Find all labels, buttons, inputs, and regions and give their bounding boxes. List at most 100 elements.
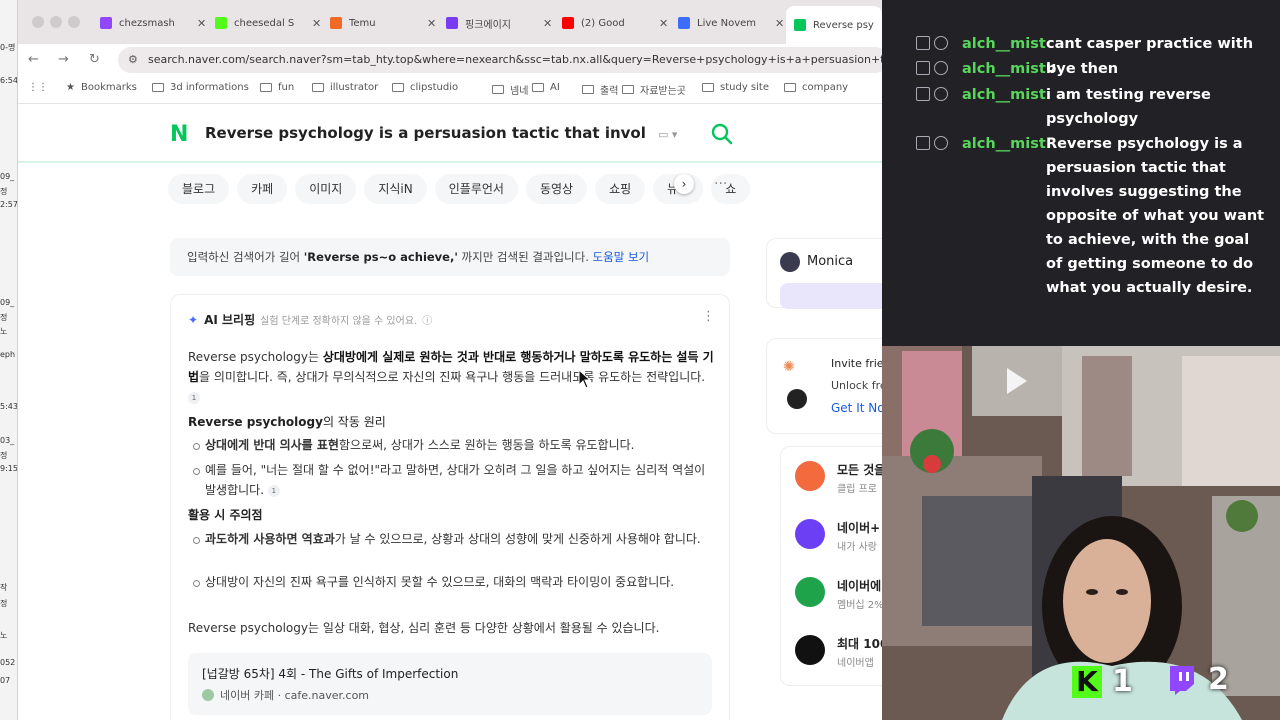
chat-username[interactable]: alch__mist [962, 132, 1046, 156]
tab-title: 핑크에이지 [465, 19, 511, 31]
stream-chat: alch__mist cant casper practice with u alc… [882, 0, 1280, 346]
folder-icon [312, 83, 324, 92]
chat-username[interactable]: alch__mist [962, 83, 1046, 107]
bookmark-item[interactable]: company [784, 82, 848, 93]
bookmark-item[interactable]: 출력 [582, 82, 618, 97]
cafe-icon [202, 689, 214, 701]
tab-close-icon[interactable]: ✕ [659, 17, 668, 30]
monica-widget[interactable]: Monica [766, 238, 882, 309]
kick-icon: K [1072, 665, 1102, 698]
invite-link[interactable]: Get It No [831, 401, 882, 415]
back-icon[interactable]: ← [28, 52, 39, 67]
bookmark-item[interactable]: illustrator [312, 82, 378, 93]
chat-username[interactable]: alch__mist [962, 32, 1046, 56]
help-link[interactable]: 도움말 보기 [593, 250, 650, 264]
category-tab[interactable]: 인플루언서 [434, 174, 518, 204]
bookmark-item[interactable]: clipstudio [392, 82, 458, 93]
left-window-text: 작 [0, 583, 8, 592]
category-tab[interactable]: 지식iN [364, 174, 427, 204]
bookmark-label: illustrator [330, 82, 379, 93]
search-icon[interactable] [710, 122, 734, 146]
temu-icon [330, 17, 342, 29]
category-tab[interactable]: 블로그 [168, 174, 230, 204]
bookmark-item[interactable]: AI [532, 82, 560, 93]
category-tab[interactable]: 쇼핑 [595, 174, 646, 204]
service-item[interactable]: 모든 것을 클립 프로 [795, 461, 882, 495]
user-badges [916, 61, 948, 75]
browser-tab[interactable]: Temu ✕ [330, 8, 438, 38]
chat-text: Reverse psychology is a persuasion tacti… [1046, 136, 1265, 296]
address-bar[interactable]: ⚙ search.naver.com/search.naver?sm=tab_h… [118, 47, 882, 73]
bookmark-item[interactable]: ★ Bookmarks [66, 82, 137, 93]
category-next-icon[interactable]: › [674, 174, 694, 194]
left-window-text: 노 [0, 327, 8, 336]
source-card[interactable]: [넙갈방 65차] 4회 - The Gifts of Imperfection… [188, 653, 712, 715]
category-tab[interactable]: 이미지 [295, 174, 357, 204]
service-item[interactable]: 최대 100 네이버앱 [795, 635, 882, 669]
tab-close-icon[interactable]: ✕ [427, 17, 436, 30]
bookmark-label: 출력 [600, 86, 619, 97]
keyboard-icon[interactable]: ▭ ▾ [658, 128, 677, 141]
naver-search-page: N Reverse psychology is a persuasion tac… [18, 104, 882, 720]
bookmark-label: clipstudio [410, 82, 459, 93]
service-item[interactable]: 네이버에 멤버십 2% [795, 577, 882, 611]
folder-icon [392, 83, 404, 92]
tab-close-icon[interactable]: ✕ [543, 17, 552, 30]
more-icon[interactable]: ··· [714, 176, 727, 192]
badge-icon [916, 136, 930, 150]
bookmark-item[interactable]: fun [260, 82, 294, 93]
badge-icon [934, 136, 948, 150]
forward-icon[interactable]: → [58, 52, 69, 67]
bookmark-item[interactable]: 넴네 [492, 82, 528, 97]
tab-close-icon[interactable]: ✕ [775, 17, 784, 30]
citation-badge[interactable]: 1 [188, 391, 200, 404]
mouse-cursor-icon [578, 369, 592, 389]
category-tab[interactable]: 동영상 [525, 174, 588, 204]
browser-tab[interactable]: Reverse psy [786, 6, 882, 44]
folder-icon [582, 85, 594, 94]
maximize-window-button[interactable] [68, 16, 80, 28]
browser-tab[interactable]: Live Novem ✕ [678, 8, 786, 38]
tab-close-icon[interactable]: ✕ [197, 17, 206, 30]
bookmark-item[interactable]: study site [702, 82, 769, 93]
folder-icon [702, 83, 714, 92]
site-info-icon[interactable]: ⚙ [128, 47, 138, 73]
browser-tab[interactable]: 핑크에이지 ✕ [446, 8, 554, 38]
badge-icon [916, 36, 930, 50]
tab-close-icon[interactable]: ✕ [312, 17, 321, 30]
bookmark-item[interactable]: 자료받는곳 [622, 82, 686, 97]
source-title[interactable]: [넙갈방 65차] 4회 - The Gifts of Imperfection [202, 665, 458, 682]
citation-badge[interactable]: 1 [267, 484, 280, 497]
briefing-subtitle: 실험 단계로 정확하지 않을 수 있어요. [260, 316, 418, 327]
monica-input[interactable] [780, 283, 882, 309]
folder-icon [152, 83, 164, 92]
left-window-text: 9:15 [0, 464, 18, 473]
bookmark-label: study site [720, 82, 769, 93]
twitch-icon [100, 17, 112, 29]
info-icon[interactable]: ⓘ [422, 312, 432, 327]
folder-icon [784, 83, 796, 92]
invite-title: Invite frie [831, 357, 882, 370]
service-title: 네이버+ [837, 521, 881, 535]
category-tab[interactable]: 카페 [237, 174, 288, 204]
folder-icon [260, 83, 272, 92]
apps-icon[interactable]: ⋮⋮ [28, 82, 48, 93]
folder-icon [492, 85, 504, 94]
minimize-window-button[interactable] [50, 16, 62, 28]
browser-tab[interactable]: chezsmash ✕ [100, 8, 208, 38]
browser-tab[interactable]: cheesedal S ✕ [215, 8, 323, 38]
chat-username[interactable]: alch__mist [962, 57, 1046, 81]
naver-logo[interactable]: N [170, 124, 192, 146]
service-item[interactable]: 네이버+ 내가 사랑 [795, 519, 880, 553]
close-window-button[interactable] [32, 16, 44, 28]
bookmark-label: fun [278, 82, 295, 93]
reload-icon[interactable]: ↻ [89, 52, 100, 67]
kebab-menu-icon[interactable]: ⋮ [702, 309, 715, 324]
search-input[interactable]: Reverse psychology is a persuasion tacti… [205, 124, 645, 142]
badge-icon [916, 87, 930, 101]
browser-tab[interactable]: (2) Good ✕ [562, 8, 670, 38]
services-panel: 모든 것을클립 프로네이버+ 내가 사랑네이버에멤버십 2% 최대 100 네이버앱 [780, 446, 882, 686]
tab-title: chezsmash [119, 17, 175, 29]
bookmark-item[interactable]: 3d informations [152, 82, 249, 93]
service-subtitle: 클립 프로 [837, 484, 877, 495]
